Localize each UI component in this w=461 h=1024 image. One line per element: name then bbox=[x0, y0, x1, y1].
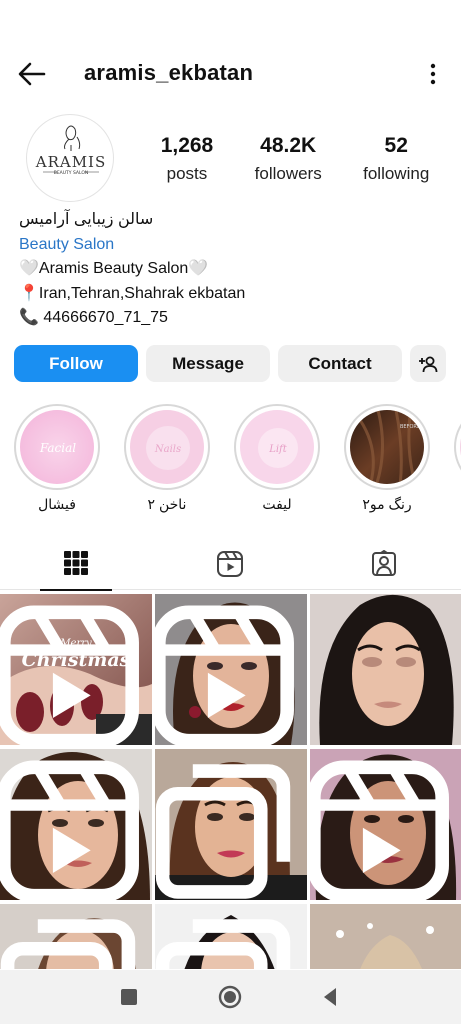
highlight-ring: Lift bbox=[234, 404, 320, 490]
profile-bio: سالن زیبایی آرامیس Beauty Salon 🤍Aramis … bbox=[19, 208, 449, 331]
post-thumbnail[interactable] bbox=[0, 749, 152, 900]
profile-actions: Follow Message Contact bbox=[14, 345, 446, 382]
follow-button[interactable]: Follow bbox=[14, 345, 138, 382]
story-highlights: Facial فیشال Nails ناخن ۲ Lift لیفت BEFO… bbox=[0, 404, 461, 516]
highlight-item[interactable]: Facial فیشال bbox=[14, 404, 100, 513]
highlight-ring bbox=[454, 404, 461, 490]
suggest-people-button[interactable] bbox=[410, 345, 446, 382]
highlight-label: فیشال bbox=[38, 496, 76, 512]
svg-text:ARAMIS: ARAMIS bbox=[35, 153, 107, 171]
highlight-ring: Nails bbox=[124, 404, 210, 490]
profile-avatar[interactable]: ARAMIS BEAUTY SALON bbox=[26, 114, 114, 202]
tab-tagged[interactable] bbox=[348, 540, 420, 590]
aramis-logo: ARAMIS BEAUTY SALON bbox=[35, 125, 107, 176]
reel-badge-icon bbox=[0, 605, 139, 745]
highlight-label: ناخن ۲ bbox=[147, 496, 187, 512]
highlight-item[interactable]: Lift لیفت bbox=[234, 404, 320, 513]
post-thumbnail[interactable] bbox=[310, 749, 461, 900]
following-count[interactable]: 52 following bbox=[363, 134, 429, 184]
highlight-item[interactable]: BEFORE رنگ مو۲ bbox=[344, 404, 430, 513]
reels-icon bbox=[217, 551, 243, 577]
carousel-badge-icon bbox=[155, 919, 291, 969]
nails-highlight-icon: Nails bbox=[130, 410, 204, 484]
carousel-badge-icon bbox=[155, 764, 291, 899]
posts-value: 1,268 bbox=[160, 134, 214, 157]
svg-text:BEAUTY SALON: BEAUTY SALON bbox=[54, 170, 89, 176]
svg-text:Lift: Lift bbox=[268, 444, 288, 455]
post-thumbnail[interactable] bbox=[310, 904, 461, 969]
reel-badge-icon bbox=[310, 760, 449, 900]
post-thumbnail[interactable] bbox=[310, 594, 461, 745]
reel-badge-icon bbox=[0, 760, 139, 900]
highlight-item-partial[interactable] bbox=[454, 404, 461, 490]
contact-button[interactable]: Contact bbox=[278, 345, 402, 382]
bio-line-1: 🤍Aramis Beauty Salon🤍 bbox=[19, 260, 209, 277]
display-name: سالن زیبایی آرامیس bbox=[19, 211, 154, 228]
recent-apps-icon[interactable] bbox=[116, 984, 142, 1010]
following-label: following bbox=[363, 164, 430, 183]
category-link[interactable]: Beauty Salon bbox=[19, 233, 449, 258]
profile-stats: 1,268 posts 48.2K followers 52 following bbox=[140, 134, 450, 184]
following-value: 52 bbox=[384, 134, 408, 157]
highlight-item[interactable]: Nails ناخن ۲ bbox=[124, 404, 210, 513]
lift-highlight-icon: Lift bbox=[240, 410, 314, 484]
posts-grid: Merry Christmas bbox=[0, 594, 461, 969]
more-options-icon[interactable] bbox=[429, 62, 437, 86]
post-thumbnail[interactable] bbox=[0, 904, 152, 969]
followers-value: 48.2K bbox=[260, 134, 317, 157]
message-button[interactable]: Message bbox=[146, 345, 270, 382]
home-icon[interactable] bbox=[217, 984, 243, 1010]
svg-text:Facial: Facial bbox=[39, 441, 76, 455]
highlight-label: لیفت bbox=[262, 496, 292, 512]
highlight-label: رنگ مو۲ bbox=[362, 496, 412, 512]
post-thumbnail[interactable]: Merry Christmas bbox=[0, 594, 152, 745]
back-nav-icon[interactable] bbox=[317, 984, 343, 1010]
followers-label: followers bbox=[254, 164, 322, 183]
post-thumbnail[interactable] bbox=[155, 749, 307, 900]
tab-posts[interactable] bbox=[40, 540, 112, 591]
post-thumbnail[interactable] bbox=[155, 594, 307, 745]
grid-icon bbox=[64, 551, 88, 575]
bio-line-2: 📍Iran,Tehran,Shahrak ekbatan bbox=[19, 284, 246, 302]
facial-highlight-icon: Facial bbox=[20, 410, 94, 484]
reel-badge-icon bbox=[155, 605, 294, 745]
followers-count[interactable]: 48.2K followers bbox=[255, 134, 322, 184]
carousel-badge-icon bbox=[0, 919, 136, 969]
post-thumbnail[interactable] bbox=[155, 904, 307, 969]
posts-count: 1,268 posts bbox=[161, 134, 214, 184]
posts-label: posts bbox=[166, 164, 208, 183]
back-arrow-icon[interactable] bbox=[16, 60, 48, 88]
profile-tabs bbox=[0, 540, 461, 591]
svg-text:BEFORE: BEFORE bbox=[400, 424, 420, 430]
tagged-icon bbox=[372, 550, 396, 576]
hair-color-highlight-icon: BEFORE bbox=[350, 410, 424, 484]
highlight-ring: BEFORE bbox=[344, 404, 430, 490]
add-person-icon bbox=[419, 356, 438, 372]
system-navigation-bar bbox=[0, 970, 461, 1024]
highlight-ring: Facial bbox=[14, 404, 100, 490]
profile-username: aramis_ekbatan bbox=[84, 60, 254, 85]
profile-header: aramis_ekbatan bbox=[0, 52, 461, 96]
tab-reels[interactable] bbox=[194, 540, 266, 590]
bio-line-3: 📞 44666670_71_75 bbox=[19, 309, 168, 326]
svg-text:Nails: Nails bbox=[154, 444, 181, 455]
